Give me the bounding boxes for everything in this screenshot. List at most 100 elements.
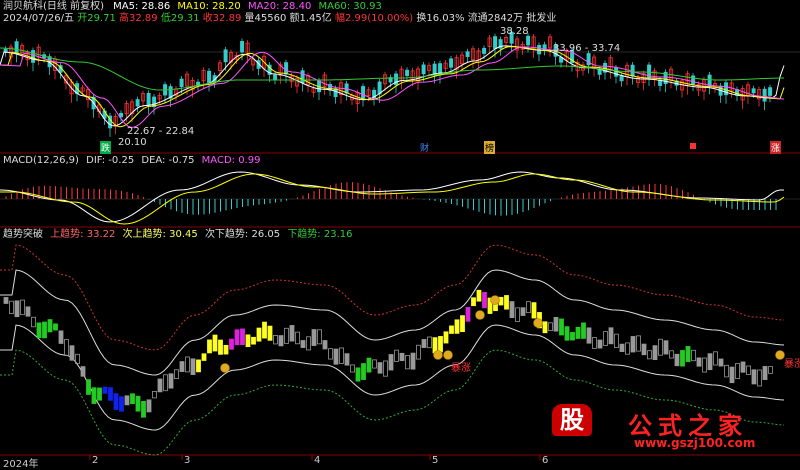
trend-bar (443, 331, 449, 344)
event-mark-rise[interactable]: 涨 (770, 141, 782, 154)
trend-bar (157, 378, 163, 393)
trend-bar (366, 357, 372, 373)
trend-bar (119, 396, 124, 412)
trend-bar (685, 346, 691, 363)
trend-up: 上趋势: 33.22 (50, 229, 116, 240)
quote-row: 2024/07/26/五 开29.71 高32.89 低29.31 收32.89… (3, 13, 556, 25)
trend-bar (284, 327, 289, 344)
trend-bar (124, 395, 130, 406)
candle-body (421, 64, 426, 75)
trend-bar (3, 297, 9, 304)
trend-bar (146, 399, 152, 413)
trend-bar (608, 327, 614, 345)
trend-bar (306, 336, 311, 351)
signal-coin-icon (533, 318, 543, 328)
trend-bar (163, 374, 168, 392)
trend-bar (630, 336, 636, 353)
trend-bar (757, 369, 762, 387)
price-panel[interactable] (0, 29, 785, 137)
trend-bar (597, 339, 603, 349)
trend-bar (289, 325, 295, 342)
candle-body (405, 69, 410, 77)
event-mark-rank[interactable]: 榜 (484, 141, 496, 154)
trend-bar (185, 356, 190, 373)
trend-tag-right: 暴涨 (784, 359, 800, 370)
candle-body (482, 47, 487, 54)
trend-bar (256, 327, 262, 342)
candle-body (493, 36, 498, 50)
stock-title-row: 润贝航科(日线 前复权) MA5: 28.86 MA10: 28.20 MA20… (3, 1, 382, 13)
trend-bar (97, 387, 102, 401)
event-mark-finance[interactable]: 财 (420, 141, 429, 154)
low-price-label: 20.10 (118, 137, 147, 148)
trend-bar (669, 350, 674, 359)
trend-bar (339, 347, 344, 364)
event-mark-drop[interactable]: 跌 (100, 141, 112, 154)
trend-bar (515, 307, 520, 322)
candle-body (135, 99, 140, 107)
trend-bar (416, 344, 421, 360)
trend-bar (735, 363, 740, 380)
stock-name[interactable]: 润贝航科(日线 前复权) (3, 1, 104, 12)
trend-bar (592, 337, 597, 349)
range-right-label: 33.96 - 33.74 (553, 43, 621, 54)
macd-title[interactable]: MACD(12,26,9) (3, 155, 79, 166)
trend-bar (762, 366, 768, 380)
trend-tag-left: 暴涨 (451, 363, 471, 374)
trend-bar (267, 325, 273, 341)
trend-bar (53, 323, 58, 331)
trend-title[interactable]: 趋势突破 (3, 229, 43, 240)
trend-bar (702, 357, 707, 373)
trend-bar (207, 339, 212, 354)
trend-down: 下趋势: 23.16 (287, 229, 353, 240)
trend-bar (570, 332, 575, 341)
trend-bar (405, 355, 410, 370)
quote-industry: 批发业 (526, 13, 557, 24)
trend-bar (25, 306, 31, 317)
logo-url: www.gszj100.com (634, 436, 756, 450)
ma10-label: MA10: 28.20 (177, 1, 241, 12)
trend-bar (619, 343, 625, 352)
candle-body (207, 70, 212, 84)
trend-bar (388, 354, 394, 371)
trend-bar (707, 353, 713, 371)
candle-body (465, 51, 470, 57)
trend-bar (262, 321, 267, 339)
trend-bar (674, 353, 680, 367)
event-mark-red[interactable] (690, 143, 696, 149)
ma20-label: MA20: 28.40 (247, 1, 312, 12)
trend-bar (91, 387, 97, 404)
candle-body (273, 74, 278, 80)
trend-bar (509, 301, 515, 319)
trend-bar (768, 366, 773, 374)
trend-bar (526, 301, 531, 314)
macd-panel[interactable] (0, 171, 785, 225)
trend-bar (746, 365, 751, 375)
trend-bar (696, 357, 702, 367)
trend-bar (322, 340, 328, 350)
quote-turnover: 换16.03% (416, 13, 465, 24)
trend-bar (196, 359, 201, 373)
signal-coin-icon (433, 350, 443, 360)
ma20-line (0, 46, 785, 128)
trend-bar (751, 369, 757, 385)
trend-bar (201, 353, 207, 361)
range-low-label: 22.67 - 22.84 (127, 126, 195, 137)
trend-bar (295, 331, 300, 345)
macd-dea: DEA: -0.75 (141, 155, 195, 166)
trend-bar (460, 315, 465, 333)
signal-coin-icon (475, 310, 485, 320)
trend-bar (652, 345, 658, 361)
trend-bar (212, 334, 218, 352)
trend-bar (603, 331, 608, 346)
candle-body (707, 74, 712, 87)
trend-bar (278, 335, 284, 347)
candle-body (31, 50, 36, 63)
trend-bar (663, 340, 669, 355)
trend-bar (427, 336, 432, 349)
trend-bar (438, 336, 443, 353)
x-axis-label: 2 (92, 455, 99, 466)
trend-up-band (0, 244, 785, 351)
trend-bar (174, 369, 179, 380)
trend-bar (168, 373, 174, 389)
